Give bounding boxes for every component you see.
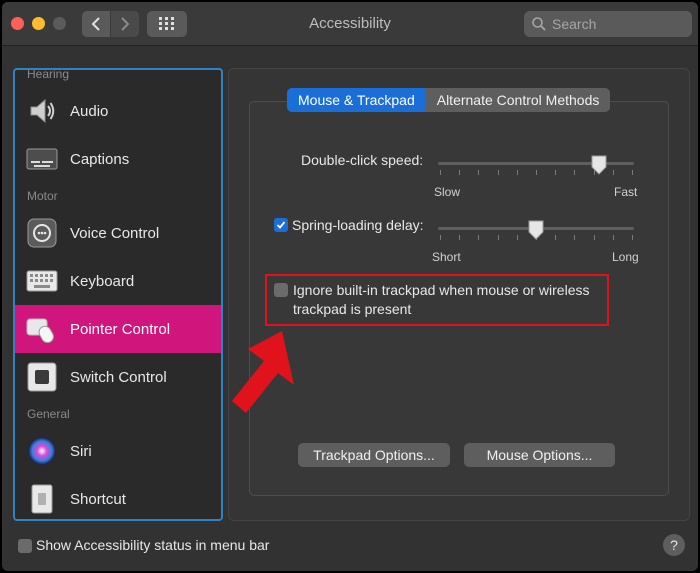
- double-click-speed-label: Double-click speed:: [301, 152, 424, 168]
- slider-tick: [497, 170, 499, 175]
- title-bar: Accessibility Search: [2, 2, 698, 46]
- sidebar[interactable]: Hearing Audio Captions Motor Voice Contr…: [13, 68, 223, 521]
- fast-label: Fast: [614, 185, 638, 199]
- sidebar-item-voice-control[interactable]: Voice Control: [15, 209, 221, 257]
- sidebar-item-label: Shortcut: [70, 490, 126, 508]
- pointer-control-icon: [25, 312, 59, 346]
- tab-alternate-control-methods[interactable]: Alternate Control Methods: [426, 88, 611, 112]
- accessibility-window: Accessibility Search Hearing Audio Capti…: [2, 2, 698, 571]
- checkmark-icon: [276, 221, 286, 229]
- slider-tick: [478, 235, 480, 240]
- slider-tick: [612, 170, 614, 175]
- keyboard-icon: [25, 264, 59, 298]
- slider-tick: [574, 170, 576, 175]
- slider-tick: [574, 235, 576, 240]
- section-header-motor: Motor: [27, 189, 58, 203]
- search-placeholder: Search: [552, 16, 597, 32]
- search-field[interactable]: Search: [524, 11, 692, 37]
- search-icon: [532, 17, 546, 31]
- slider-tick: [593, 235, 595, 240]
- speaker-icon: [25, 94, 59, 128]
- sidebar-item-label: Captions: [70, 150, 130, 168]
- sidebar-item-label: Pointer Control: [70, 320, 171, 338]
- sidebar-item-label: Keyboard: [70, 272, 135, 290]
- slider-tick: [516, 170, 518, 175]
- sidebar-item-siri[interactable]: Siri: [15, 427, 221, 475]
- slider-tick: [516, 235, 518, 240]
- annotation-arrow-icon: [232, 331, 294, 413]
- slider-tick: [440, 170, 441, 175]
- show-status-label: Show Accessibility status in menu bar: [36, 537, 270, 553]
- slider-tick: [612, 235, 614, 240]
- slider-tick: [555, 170, 557, 175]
- section-header-hearing: Hearing: [27, 68, 70, 81]
- sidebar-item-label: Siri: [70, 442, 92, 460]
- tab-bar: Mouse & Trackpad Alternate Control Metho…: [287, 88, 611, 112]
- mouse-options-button[interactable]: Mouse Options...: [464, 443, 615, 467]
- slider-tick: [440, 235, 441, 240]
- show-status-checkbox[interactable]: [18, 539, 32, 553]
- sidebar-item-label: Switch Control: [70, 368, 167, 386]
- double-click-speed-knob[interactable]: [591, 155, 607, 175]
- tab-mouse-trackpad[interactable]: Mouse & Trackpad: [287, 88, 426, 112]
- sidebar-item-label: Voice Control: [70, 224, 160, 242]
- voice-control-icon: [25, 216, 59, 250]
- spring-loading-checkbox[interactable]: [274, 218, 288, 232]
- slider-tick: [459, 235, 461, 240]
- short-label: Short: [432, 250, 461, 264]
- sidebar-item-audio[interactable]: Audio: [15, 87, 221, 135]
- slider-tick: [497, 235, 499, 240]
- sidebar-item-switch-control[interactable]: Switch Control: [15, 353, 221, 401]
- slow-label: Slow: [434, 185, 461, 199]
- switch-control-icon: [25, 360, 59, 394]
- sidebar-item-keyboard[interactable]: Keyboard: [15, 257, 221, 305]
- captions-icon: [25, 142, 59, 176]
- shortcut-icon: [25, 482, 59, 516]
- sidebar-item-captions[interactable]: Captions: [15, 135, 221, 183]
- sidebar-item-shortcut[interactable]: Shortcut: [15, 475, 221, 519]
- ignore-trackpad-checkbox[interactable]: [274, 283, 288, 297]
- slider-tick: [536, 170, 537, 175]
- help-button[interactable]: ?: [663, 534, 685, 556]
- siri-icon: [25, 434, 59, 468]
- spring-loading-label: Spring-loading delay:: [292, 217, 424, 233]
- sidebar-item-pointer-control[interactable]: Pointer Control: [15, 305, 221, 353]
- spring-loading-knob[interactable]: [528, 220, 544, 240]
- slider-tick: [632, 170, 633, 175]
- slider-tick: [632, 235, 633, 240]
- slider-tick: [555, 235, 557, 240]
- long-label: Long: [612, 250, 639, 264]
- slider-tick: [459, 170, 461, 175]
- slider-tick: [478, 170, 480, 175]
- ignore-trackpad-label: Ignore built-in trackpad when mouse or w…: [293, 282, 590, 317]
- sidebar-item-label: Audio: [70, 102, 109, 120]
- section-header-general: General: [27, 407, 70, 421]
- trackpad-options-button[interactable]: Trackpad Options...: [298, 443, 450, 467]
